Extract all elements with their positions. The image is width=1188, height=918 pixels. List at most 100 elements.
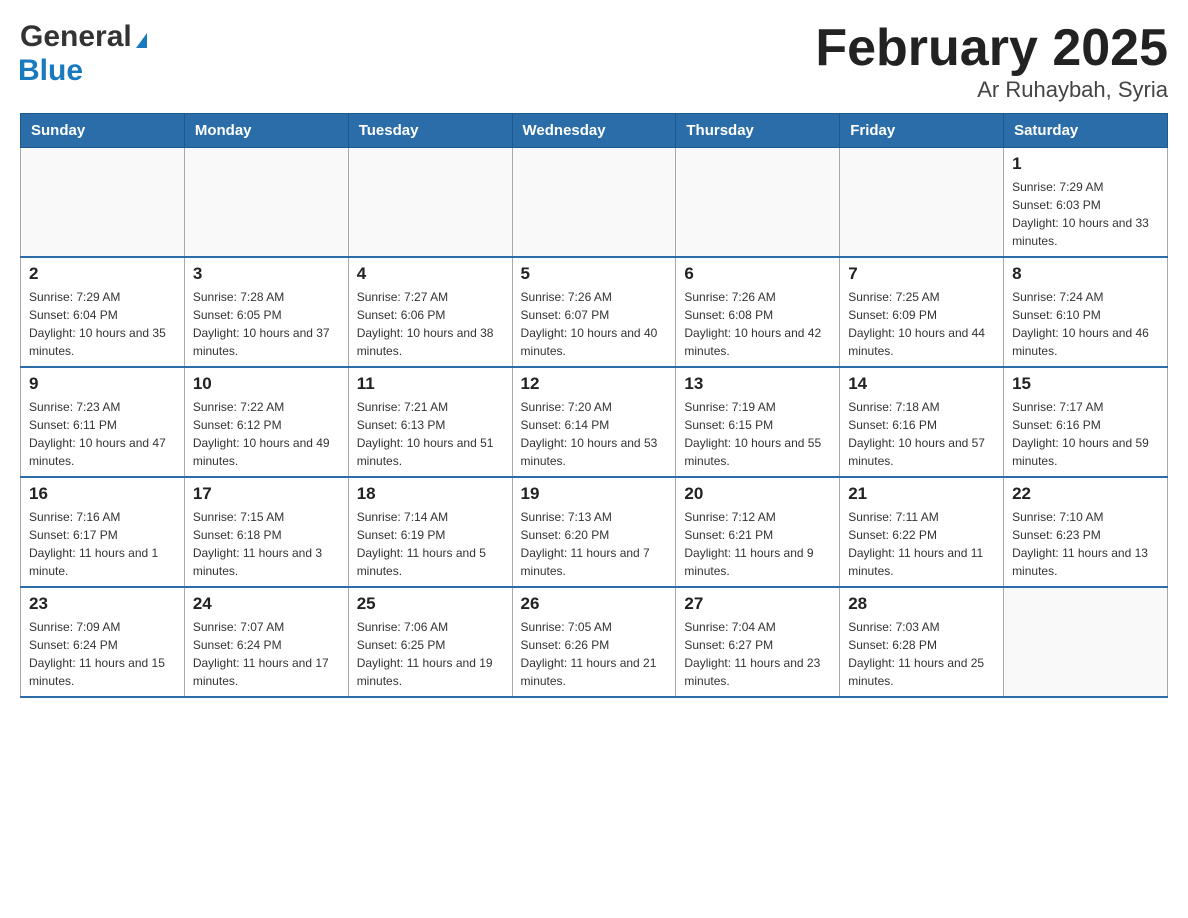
day-number: 24 [193,594,340,614]
calendar-cell: 7Sunrise: 7:25 AMSunset: 6:09 PMDaylight… [840,257,1004,367]
day-info: Sunrise: 7:20 AMSunset: 6:14 PMDaylight:… [521,398,668,470]
calendar-cell: 2Sunrise: 7:29 AMSunset: 6:04 PMDaylight… [21,257,185,367]
calendar-cell [184,148,348,258]
sunset-text: Sunset: 6:14 PM [521,416,668,434]
calendar-header-row: SundayMondayTuesdayWednesdayThursdayFrid… [21,114,1168,148]
day-info: Sunrise: 7:19 AMSunset: 6:15 PMDaylight:… [684,398,831,470]
sunset-text: Sunset: 6:28 PM [848,636,995,654]
daylight-text: Daylight: 10 hours and 37 minutes. [193,324,340,360]
day-info: Sunrise: 7:14 AMSunset: 6:19 PMDaylight:… [357,508,504,580]
calendar-cell: 26Sunrise: 7:05 AMSunset: 6:26 PMDayligh… [512,587,676,697]
sunset-text: Sunset: 6:12 PM [193,416,340,434]
sunrise-text: Sunrise: 7:26 AM [684,288,831,306]
daylight-text: Daylight: 10 hours and 55 minutes. [684,434,831,470]
daylight-text: Daylight: 10 hours and 53 minutes. [521,434,668,470]
day-info: Sunrise: 7:18 AMSunset: 6:16 PMDaylight:… [848,398,995,470]
weekday-header-sunday: Sunday [21,114,185,148]
calendar-cell: 18Sunrise: 7:14 AMSunset: 6:19 PMDayligh… [348,477,512,587]
sunset-text: Sunset: 6:26 PM [521,636,668,654]
calendar-cell: 21Sunrise: 7:11 AMSunset: 6:22 PMDayligh… [840,477,1004,587]
day-info: Sunrise: 7:22 AMSunset: 6:12 PMDaylight:… [193,398,340,470]
calendar-week-row: 16 Sunrise: 7:16 AMSunset: 6:17 PMDayligh… [21,477,1168,587]
page-header: General Blue February 2025 Ar Ruhaybah, … [20,20,1168,103]
calendar-cell: 13 Sunrise: 7:19 AMSunset: 6:15 PMDayligh… [676,367,840,477]
sunset-text: Sunset: 6:15 PM [684,416,831,434]
calendar-cell [348,148,512,258]
day-number: 7 [848,264,995,284]
sunrise-text: Sunrise: 7:21 AM [357,398,504,416]
day-number: 13 [684,374,831,394]
calendar-cell [676,148,840,258]
daylight-text: Daylight: 10 hours and 57 minutes. [848,434,995,470]
sunset-text: Sunset: 6:03 PM [1012,196,1159,214]
calendar-cell [21,148,185,258]
day-info: Sunrise: 7:29 AMSunset: 6:03 PMDaylight:… [1012,178,1159,250]
calendar-week-row: 2Sunrise: 7:29 AMSunset: 6:04 PMDaylight… [21,257,1168,367]
day-info: Sunrise: 7:13 AMSunset: 6:20 PMDaylight:… [521,508,668,580]
logo-general-text: General [20,20,132,54]
daylight-text: Daylight: 11 hours and 7 minutes. [521,544,668,580]
day-number: 14 [848,374,995,394]
sunset-text: Sunset: 6:04 PM [29,306,176,324]
daylight-text: Daylight: 10 hours and 40 minutes. [521,324,668,360]
daylight-text: Daylight: 11 hours and 13 minutes. [1012,544,1159,580]
sunrise-text: Sunrise: 7:23 AM [29,398,176,416]
logo-blue-text: Blue [18,54,83,87]
sunset-text: Sunset: 6:08 PM [684,306,831,324]
sunset-text: Sunset: 6:18 PM [193,526,340,544]
title-block: February 2025 Ar Ruhaybah, Syria [815,20,1168,103]
sunrise-text: Sunrise: 7:26 AM [521,288,668,306]
daylight-text: Daylight: 11 hours and 1 minute. [29,544,176,580]
day-number: 26 [521,594,668,614]
day-info: Sunrise: 7:09 AMSunset: 6:24 PMDaylight:… [29,618,176,690]
calendar-cell: 20 Sunrise: 7:12 AMSunset: 6:21 PMDayligh… [676,477,840,587]
sunrise-text: Sunrise: 7:27 AM [357,288,504,306]
calendar-cell: 5 Sunrise: 7:26 AMSunset: 6:07 PMDaylight… [512,257,676,367]
daylight-text: Daylight: 11 hours and 17 minutes. [193,654,340,690]
weekday-header-friday: Friday [840,114,1004,148]
day-number: 3 [193,264,340,284]
calendar-cell: 10Sunrise: 7:22 AMSunset: 6:12 PMDayligh… [184,367,348,477]
day-number: 4 [357,264,504,284]
sunset-text: Sunset: 6:23 PM [1012,526,1159,544]
sunset-text: Sunset: 6:24 PM [193,636,340,654]
daylight-text: Daylight: 10 hours and 46 minutes. [1012,324,1159,360]
day-info: Sunrise: 7:27 AMSunset: 6:06 PMDaylight:… [357,288,504,360]
sunrise-text: Sunrise: 7:24 AM [1012,288,1159,306]
sunset-text: Sunset: 6:24 PM [29,636,176,654]
weekday-header-thursday: Thursday [676,114,840,148]
calendar-cell: 22Sunrise: 7:10 AMSunset: 6:23 PMDayligh… [1004,477,1168,587]
calendar-cell: 15Sunrise: 7:17 AMSunset: 6:16 PMDayligh… [1004,367,1168,477]
daylight-text: Daylight: 10 hours and 59 minutes. [1012,434,1159,470]
sunrise-text: Sunrise: 7:06 AM [357,618,504,636]
calendar-cell: 4 Sunrise: 7:27 AMSunset: 6:06 PMDaylight… [348,257,512,367]
daylight-text: Daylight: 11 hours and 23 minutes. [684,654,831,690]
calendar-table: SundayMondayTuesdayWednesdayThursdayFrid… [20,113,1168,698]
day-number: 16 [29,484,176,504]
sunset-text: Sunset: 6:20 PM [521,526,668,544]
sunrise-text: Sunrise: 7:14 AM [357,508,504,526]
daylight-text: Daylight: 11 hours and 25 minutes. [848,654,995,690]
calendar-cell: 23Sunrise: 7:09 AMSunset: 6:24 PMDayligh… [21,587,185,697]
day-info: Sunrise: 7:16 AMSunset: 6:17 PMDaylight:… [29,508,176,580]
logo-triangle-icon [136,33,147,48]
sunrise-text: Sunrise: 7:29 AM [1012,178,1159,196]
day-info: Sunrise: 7:23 AMSunset: 6:11 PMDaylight:… [29,398,176,470]
sunrise-text: Sunrise: 7:10 AM [1012,508,1159,526]
sunrise-text: Sunrise: 7:16 AM [29,508,176,526]
sunset-text: Sunset: 6:06 PM [357,306,504,324]
sunrise-text: Sunrise: 7:19 AM [684,398,831,416]
day-number: 5 [521,264,668,284]
sunrise-text: Sunrise: 7:15 AM [193,508,340,526]
sunrise-text: Sunrise: 7:29 AM [29,288,176,306]
daylight-text: Daylight: 10 hours and 33 minutes. [1012,214,1159,250]
calendar-cell: 9Sunrise: 7:23 AMSunset: 6:11 PMDaylight… [21,367,185,477]
day-number: 20 [684,484,831,504]
daylight-text: Daylight: 11 hours and 19 minutes. [357,654,504,690]
day-info: Sunrise: 7:03 AMSunset: 6:28 PMDaylight:… [848,618,995,690]
day-number: 21 [848,484,995,504]
daylight-text: Daylight: 10 hours and 35 minutes. [29,324,176,360]
sunset-text: Sunset: 6:07 PM [521,306,668,324]
day-number: 11 [357,374,504,394]
day-info: Sunrise: 7:12 AMSunset: 6:21 PMDaylight:… [684,508,831,580]
